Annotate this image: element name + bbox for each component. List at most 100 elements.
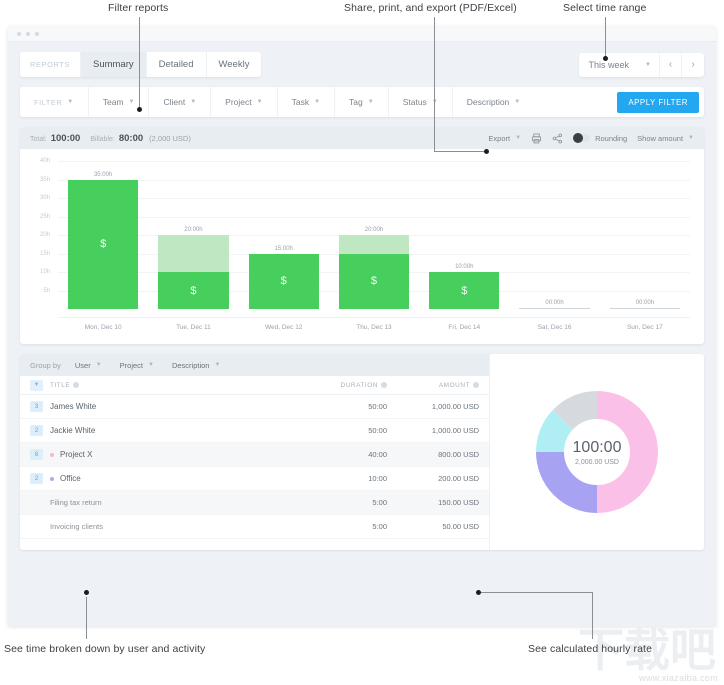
total-label: Total: [30,135,47,143]
row-title: Filing tax return [50,498,102,507]
table-body: 3 James White 50:00 1,000.00 USD 2 Jackie Whi… [20,395,489,539]
x-axis-label: Mon, Dec 10 [84,324,122,331]
table-row[interactable]: 3 James White 50:00 1,000.00 USD [20,395,489,419]
row-duration: 5:00 [372,498,387,507]
bar-value-label: 00:00h [545,299,564,306]
annotation-time-breakdown: See time broken down by user and activit… [4,643,206,655]
filter-team[interactable]: Team ▼ [89,87,150,117]
table-row[interactable]: Invoicing clients 5:00 50.00 USD [20,515,489,539]
apply-filter-button[interactable]: APPLY FILTER [617,91,699,113]
annotation-share-print-export: Share, print, and export (PDF/Excel) [344,2,517,14]
filter-description[interactable]: Description ▼ [453,87,618,117]
table-row[interactable]: 2 Office 10:00 200.00 USD [20,467,489,491]
row-amount: 800.00 USD [438,450,479,459]
tab-detailed[interactable]: Detailed [147,52,207,77]
billable-label: Billable: [90,135,115,143]
column-header-duration[interactable]: DURATION [297,382,387,389]
annotation-filter-reports: Filter reports [108,2,169,14]
chevron-down-icon: ▼ [367,99,374,105]
filter-status-label: Status [402,97,427,107]
group-by-project[interactable]: Project ▼ [116,361,168,370]
total-value: 100:00 [50,132,81,144]
row-duration: 50:00 [368,426,387,435]
bar-segment-nonbillable [158,235,229,272]
row-count-badge: 2 [30,473,43,484]
column-header-duration-label: DURATION [340,381,378,389]
group-by-description[interactable]: Description ▼ [168,361,234,370]
time-range-next-button[interactable]: › [682,53,704,77]
bar-chart: 40h 35h 30h 25h 20h 15h 10h 5h 35:00h $20:00h $15… [20,149,704,344]
chart-column[interactable]: 10:00h $ [419,161,509,309]
row-duration: 50:00 [368,402,387,411]
time-range-prev-button[interactable]: ‹ [660,52,682,77]
chevron-down-icon: ▼ [314,99,321,105]
row-title: Project X [60,450,93,459]
chevron-down-icon: ▼ [67,99,74,105]
group-by-project-label: Project [119,360,143,370]
tab-summary[interactable]: Summary [80,52,147,77]
bar-segment-billable: $ [429,272,500,309]
filter-project[interactable]: Project ▼ [211,87,278,117]
show-amount-dropdown[interactable]: Show amount ▼ [637,134,694,143]
chart-column[interactable]: 20:00h $ [329,161,419,309]
time-range-dropdown[interactable]: This week ▼ [579,52,660,77]
app-window: REPORTS Summary Detailed Weekly This wee… [8,26,716,626]
column-header-amount[interactable]: AMOUNT [387,382,479,389]
group-by-user[interactable]: User ▼ [71,361,116,370]
filter-tag[interactable]: Tag ▼ [335,87,389,117]
chart-column[interactable]: 35:00h $ [58,161,148,309]
donut-chart-side: 100:00 2,000.00 USD [490,354,704,550]
chart-x-axis-labels: Mon, Dec 10 Tue, Dec 11 Wed, Dec 12 Thu, De… [58,317,690,331]
row-badge-spacer [30,521,43,532]
share-button[interactable] [552,133,563,144]
row-duration: 10:00 [368,474,387,483]
group-by-label: Group by [30,360,61,370]
rounding-toggle[interactable] [573,133,591,143]
y-axis-tick: 25h [39,213,50,220]
row-amount: 150.00 USD [438,498,479,507]
chart-column[interactable]: 00:00h [600,161,690,309]
chart-column[interactable]: 15:00h $ [239,161,329,309]
window-minimize-dot[interactable] [26,31,30,36]
bar: 35:00h $ [67,172,139,309]
export-dropdown[interactable]: Export ▼ [488,134,521,143]
breakdown-table-side: Group by User ▼ Project ▼ Description ▼ [20,354,490,550]
filter-status[interactable]: Status ▼ [389,87,453,117]
row-title: Jackie White [50,426,96,435]
filter-description-label: Description [466,97,510,107]
row-title: James White [50,402,97,411]
chevron-down-icon: ▼ [515,135,522,141]
collapse-all-icon[interactable]: ▼ [30,379,43,391]
chart-column[interactable]: 20:00h $ [148,161,238,309]
print-button[interactable] [531,133,542,144]
window-maximize-dot[interactable] [35,31,39,36]
table-row[interactable]: 8 Project X 40:00 800.00 USD [20,443,489,467]
table-row[interactable]: 2 Jackie White 50:00 1,000.00 USD [20,419,489,443]
donut-chart: 100:00 2,000.00 USD [535,390,659,514]
row-amount: 1,000.00 USD [431,426,479,435]
bar: 10:00h $ [429,264,500,309]
column-header-title-label: TITLE [50,381,71,389]
app-body: REPORTS Summary Detailed Weekly This wee… [8,42,716,550]
rounding-toggle-group[interactable]: Rounding [573,133,627,143]
totals-summary: Total: 100:00 Billable: 80:00 (2,000 USD… [30,133,191,144]
report-tabs: REPORTS Summary Detailed Weekly [20,52,262,77]
window-close-dot[interactable] [17,31,21,36]
table-row[interactable]: Filing tax return 5:00 150.00 USD [20,491,489,515]
filter-client[interactable]: Client ▼ [149,87,212,117]
project-color-dot [50,452,54,457]
bar-value-label: 20:00h [364,227,384,233]
y-axis-tick: 5h [43,287,50,294]
filter-task-label: Task [291,97,310,107]
chart-column[interactable]: 00:00h [509,161,599,309]
column-header-title[interactable]: TITLE [50,382,297,389]
zero-bar: 00:00h [519,300,590,309]
filter-task[interactable]: Task ▼ [278,87,336,117]
bar-value-label: 35:00h [93,171,113,178]
column-header-amount-label: AMOUNT [438,381,470,389]
y-axis-tick: 10h [39,269,50,275]
chevron-down-icon: ▼ [190,99,197,105]
tab-weekly[interactable]: Weekly [207,52,262,77]
bar-value-label: 15:00h [274,245,293,252]
billable-dollar-icon: $ [190,284,197,297]
